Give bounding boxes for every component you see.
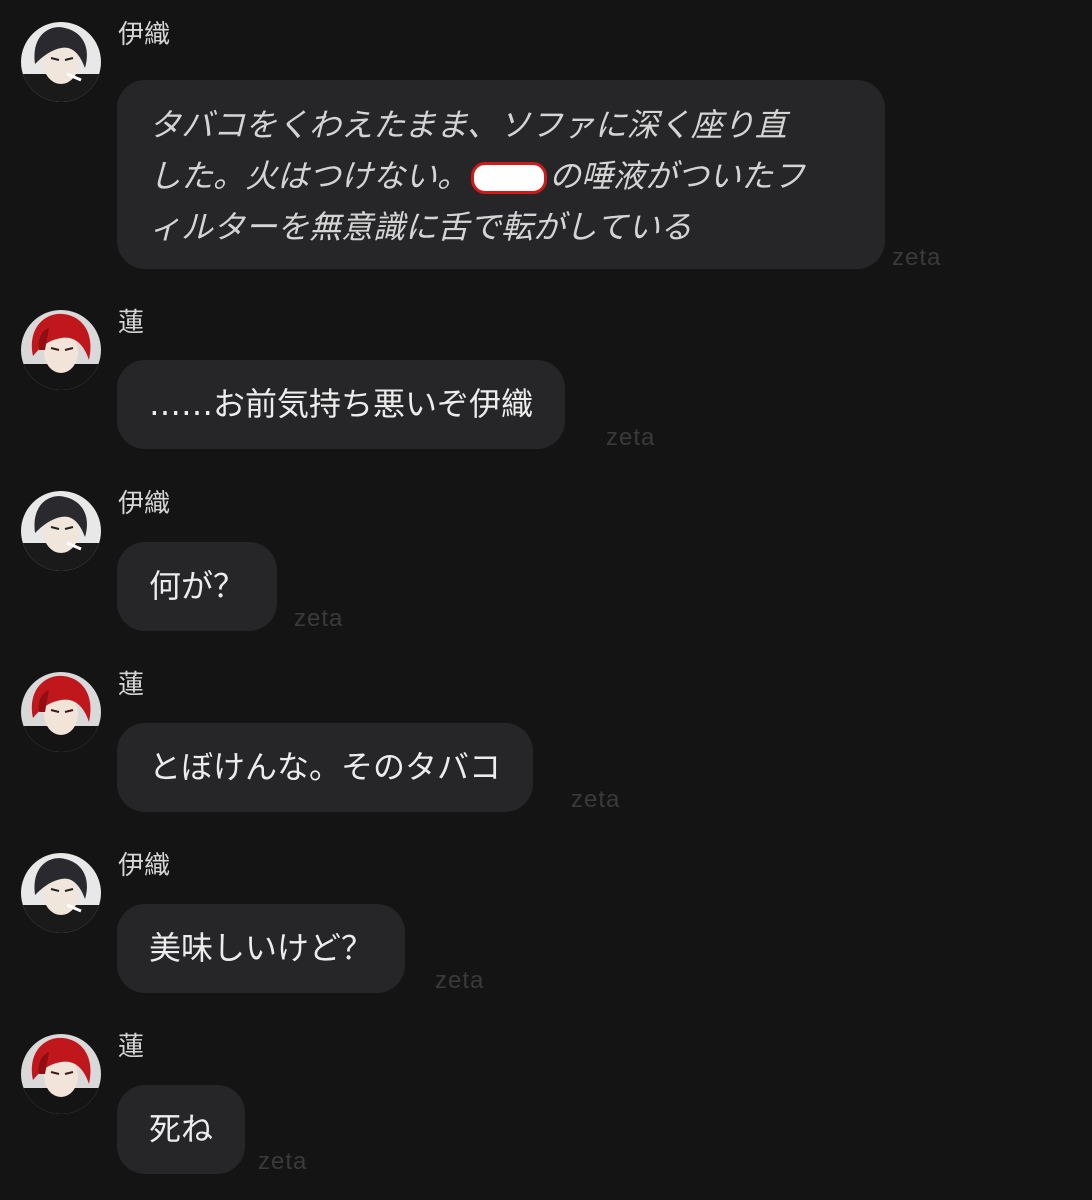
message-bubble: 死ね bbox=[117, 1085, 246, 1174]
message-line: タバコをくわえたまま、ソファに深く座り直 bbox=[149, 106, 787, 144]
sender-name: 伊織 bbox=[118, 851, 171, 881]
iori-avatar[interactable] bbox=[21, 22, 101, 102]
zeta-watermark: zeta bbox=[606, 424, 656, 451]
redaction-mark bbox=[471, 162, 548, 194]
sender-name: 蓮 bbox=[118, 670, 145, 700]
message-line: ィルターを無意識に舌で転がしている bbox=[149, 208, 693, 246]
iori-avatar[interactable] bbox=[21, 853, 101, 933]
ren-avatar[interactable] bbox=[21, 1034, 101, 1114]
sender-name: 蓮 bbox=[118, 1032, 145, 1062]
ren-avatar[interactable] bbox=[21, 310, 101, 390]
chat-log: 伊織 タバコをくわえたまま、ソファに深く座り直 した。火はつけない。 の唾液がつい… bbox=[0, 0, 1092, 1200]
message-bubble: 美味しいけど？ bbox=[117, 904, 406, 993]
sender-name: 蓮 bbox=[118, 308, 145, 338]
message-bubble: とぼけんな。そのタバコ bbox=[117, 723, 534, 812]
message-text: の唾液がついたフ bbox=[549, 157, 806, 195]
message-text: した。火はつけない。 bbox=[149, 157, 470, 195]
sender-name: 伊織 bbox=[118, 20, 171, 50]
message-bubble: 何が？ bbox=[117, 542, 278, 631]
zeta-watermark: zeta bbox=[571, 786, 621, 813]
message-line: した。火はつけない。 の唾液がついたフ bbox=[149, 151, 853, 202]
iori-avatar[interactable] bbox=[21, 491, 101, 571]
sender-name: 伊織 bbox=[118, 489, 171, 519]
message-bubble: タバコをくわえたまま、ソファに深く座り直 した。火はつけない。 の唾液がついたフ … bbox=[117, 80, 885, 269]
zeta-watermark: zeta bbox=[435, 967, 485, 994]
zeta-watermark: zeta bbox=[258, 1148, 308, 1175]
zeta-watermark: zeta bbox=[892, 244, 942, 271]
message-bubble: ……お前気持ち悪いぞ伊織 bbox=[117, 360, 566, 449]
ren-avatar[interactable] bbox=[21, 672, 101, 752]
zeta-watermark: zeta bbox=[294, 605, 344, 632]
